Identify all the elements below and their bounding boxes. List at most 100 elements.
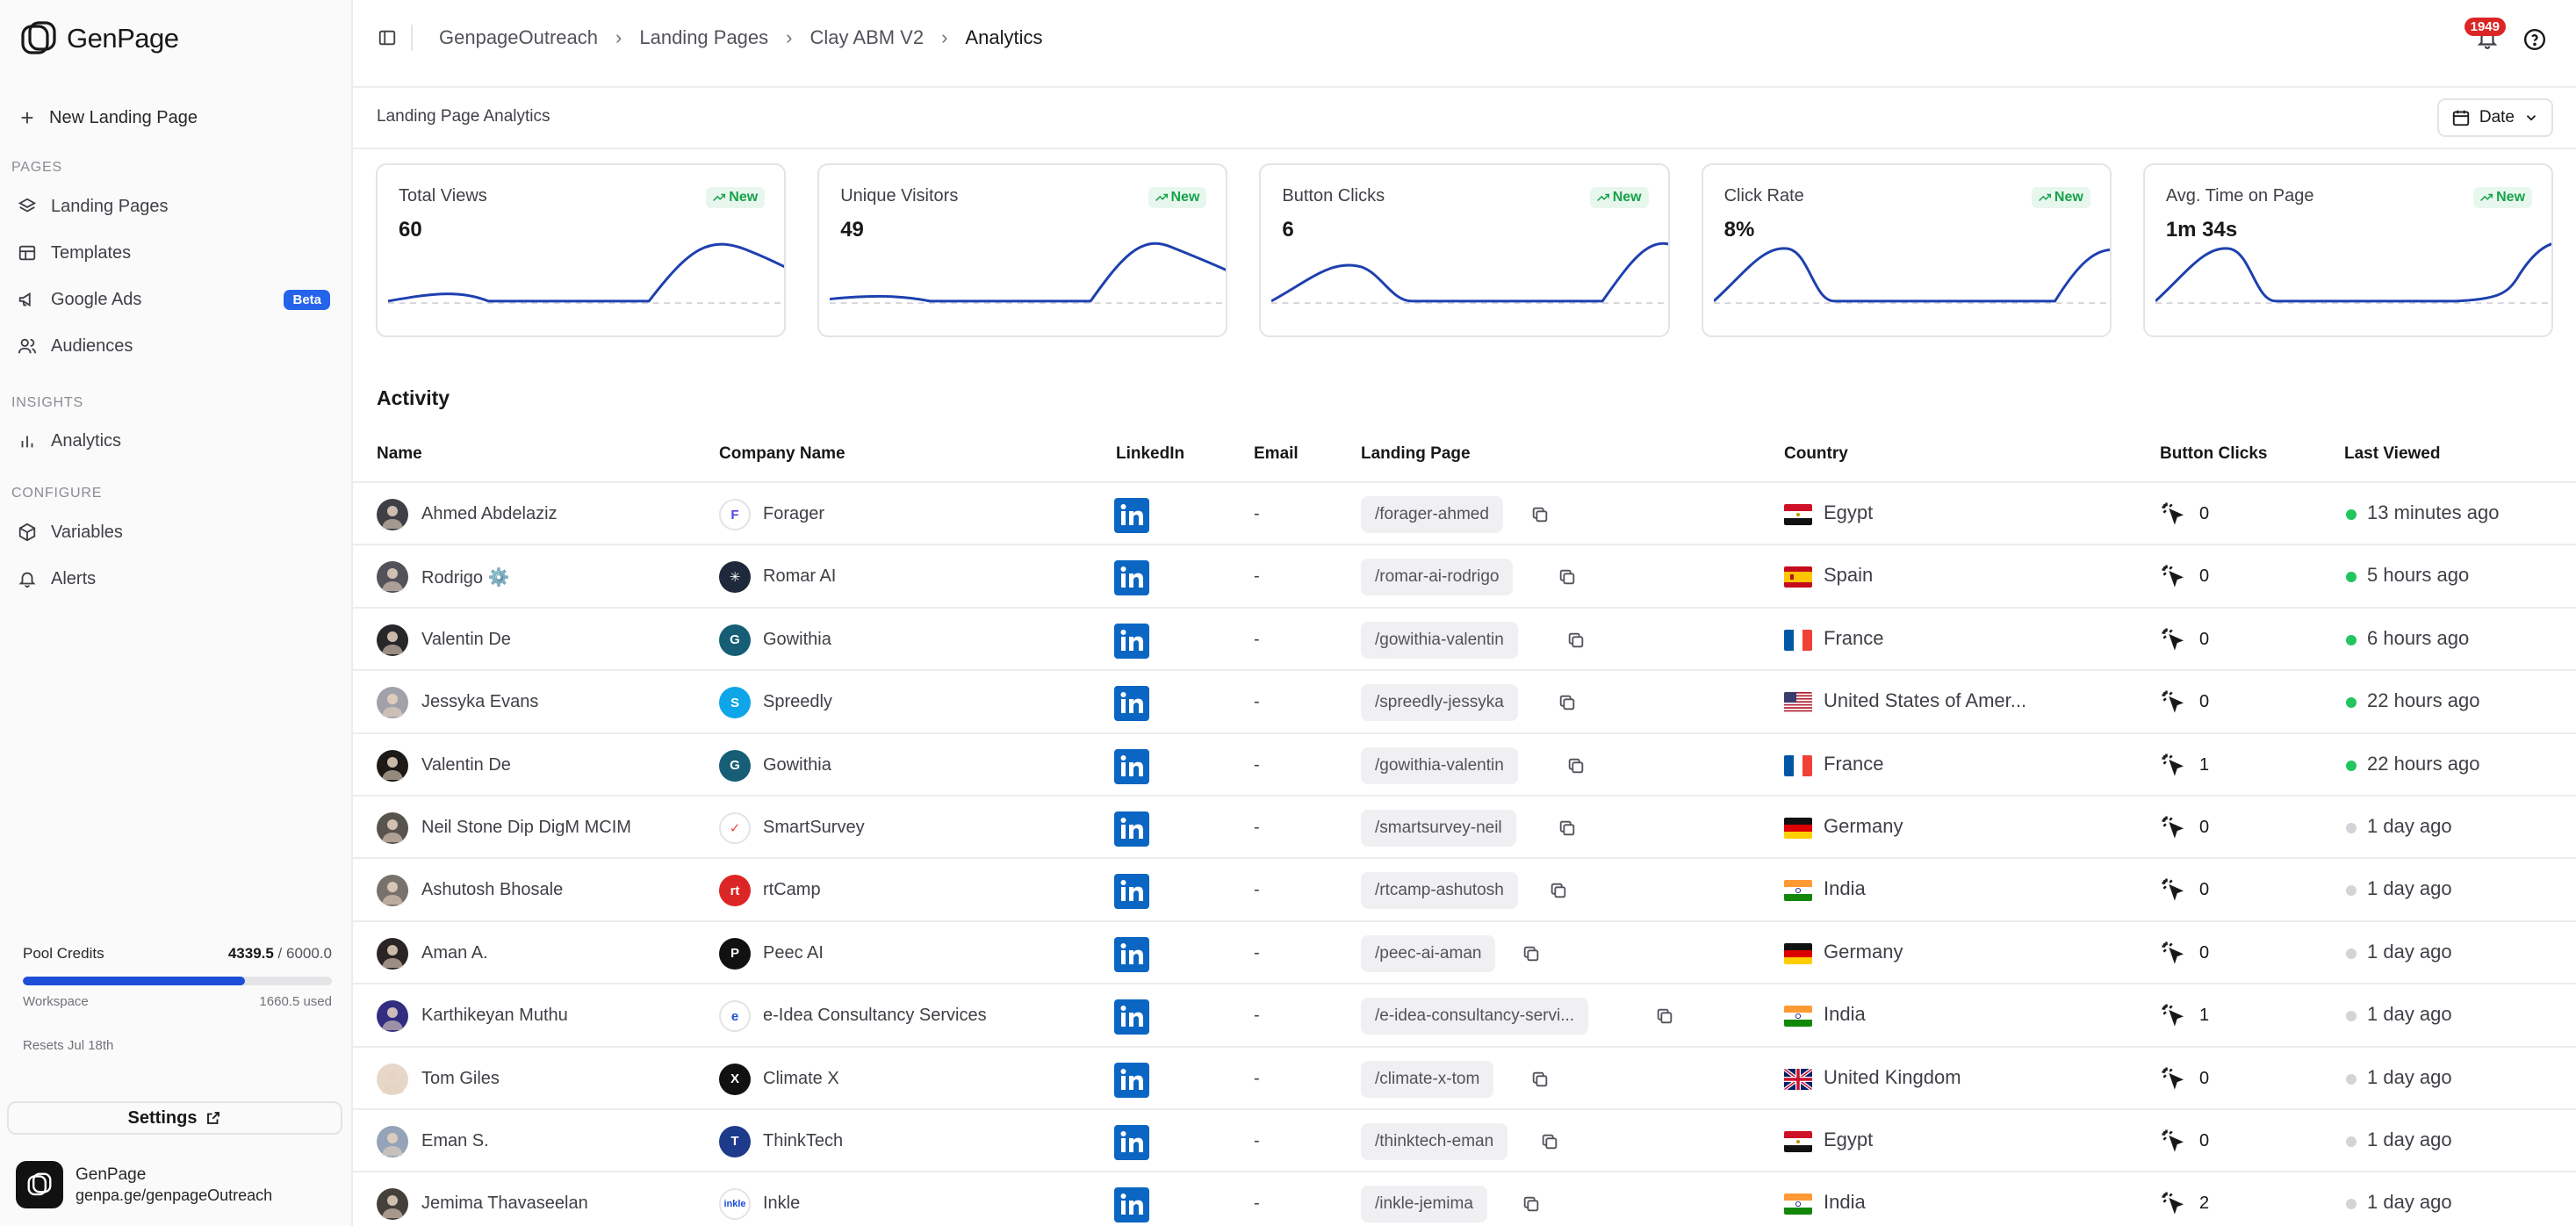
landing-page-link[interactable]: /smartsurvey-neil bbox=[1361, 809, 1516, 847]
copy-icon[interactable] bbox=[1558, 567, 1577, 587]
table-row[interactable]: Rodrigo ⚙️ ✳ Romar AI - /romar-ai-rodrig… bbox=[353, 545, 2576, 609]
landing-page-link[interactable]: /rtcamp-ashutosh bbox=[1361, 872, 1518, 910]
landing-page-link[interactable]: /gowithia-valentin bbox=[1361, 746, 1518, 784]
contact-name: Rodrigo ⚙️ bbox=[421, 568, 510, 588]
copy-icon[interactable] bbox=[1540, 1132, 1559, 1151]
table-row[interactable]: Ashutosh Bhosale rt rtCamp - /rtcamp-ash… bbox=[353, 859, 2576, 922]
country-flag-icon bbox=[1784, 504, 1812, 525]
contact-name: Jessyka Evans bbox=[421, 692, 539, 712]
copy-icon[interactable] bbox=[1530, 1070, 1550, 1089]
table-row[interactable]: Eman S. T ThinkTech - /thinktech-eman Eg… bbox=[353, 1110, 2576, 1173]
sidebar-item-analytics[interactable]: Analytics bbox=[18, 422, 341, 460]
table-row[interactable]: Aman A. P Peec AI - /peec-ai-aman German… bbox=[353, 922, 2576, 985]
settings-button[interactable]: Settings bbox=[7, 1101, 342, 1135]
help-icon[interactable] bbox=[2523, 28, 2546, 51]
landing-page-link[interactable]: /e-idea-consultancy-servi... bbox=[1361, 998, 1589, 1035]
button-clicks-count: 2 bbox=[2199, 1194, 2210, 1214]
app-logo[interactable]: GenPage bbox=[19, 19, 179, 58]
column-header-country[interactable]: Country bbox=[1784, 444, 1848, 464]
new-landing-page-button[interactable]: + New Landing Page bbox=[18, 102, 198, 133]
sparkline-line bbox=[388, 242, 785, 303]
linkedin-icon[interactable] bbox=[1114, 623, 1149, 659]
landing-page-link[interactable]: /peec-ai-aman bbox=[1361, 934, 1496, 972]
sidebar-item-audiences[interactable]: Audiences bbox=[18, 327, 341, 365]
copy-icon[interactable] bbox=[1558, 693, 1577, 712]
beta-badge: Beta bbox=[284, 289, 330, 310]
table-row[interactable]: Neil Stone Dip DigM MCIM ✓ SmartSurvey -… bbox=[353, 797, 2576, 860]
avatar bbox=[377, 561, 408, 594]
copy-icon[interactable] bbox=[1566, 756, 1586, 775]
column-header-company[interactable]: Company Name bbox=[719, 444, 845, 464]
sidebar-item-templates[interactable]: Templates bbox=[18, 234, 341, 272]
pointer-click-icon bbox=[2162, 565, 2184, 588]
sidebar-item-label: Analytics bbox=[51, 430, 122, 451]
landing-page-link[interactable]: /spreedly-jessyka bbox=[1361, 684, 1518, 722]
person-avatar-icon bbox=[382, 506, 403, 529]
copy-icon[interactable] bbox=[1530, 505, 1550, 524]
table-row[interactable]: Jessyka Evans S Spreedly - /spreedly-jes… bbox=[353, 671, 2576, 734]
table-row[interactable]: Valentin De G Gowithia - /gowithia-valen… bbox=[353, 609, 2576, 672]
pointer-click-icon bbox=[2162, 754, 2184, 776]
linkedin-icon[interactable] bbox=[1114, 874, 1149, 910]
table-row[interactable]: Karthikeyan Muthu e e-Idea Consultancy S… bbox=[353, 984, 2576, 1048]
landing-page-link[interactable]: /gowithia-valentin bbox=[1361, 621, 1518, 659]
linkedin-icon[interactable] bbox=[1114, 560, 1149, 596]
linkedin-icon[interactable] bbox=[1114, 811, 1149, 847]
table-row[interactable]: Ahmed Abdelaziz F Forager - /forager-ahm… bbox=[353, 483, 2576, 546]
linkedin-icon[interactable] bbox=[1114, 748, 1149, 784]
column-header-last-viewed[interactable]: Last Viewed bbox=[2344, 444, 2440, 464]
landing-page-link[interactable]: /thinktech-eman bbox=[1361, 1122, 1508, 1160]
recency-status-dot bbox=[2346, 822, 2357, 833]
linkedin-icon[interactable] bbox=[1114, 999, 1149, 1035]
linkedin-icon[interactable] bbox=[1114, 498, 1149, 533]
sidebar-item-landing-pages[interactable]: Landing Pages bbox=[18, 187, 341, 226]
contact-name: Karthikeyan Muthu bbox=[421, 1006, 568, 1026]
breadcrumb-item[interactable]: Clay ABM V2 bbox=[809, 26, 924, 49]
sidebar-toggle-icon[interactable] bbox=[378, 28, 397, 47]
breadcrumb-item[interactable]: GenpageOutreach bbox=[439, 26, 598, 49]
sidebar-item-google-ads[interactable]: Google Ads Beta bbox=[18, 280, 341, 319]
button-clicks-count: 0 bbox=[2199, 566, 2210, 587]
breadcrumb-item[interactable]: Landing Pages bbox=[639, 26, 768, 49]
linkedin-icon[interactable] bbox=[1114, 1124, 1149, 1160]
column-header-linkedin[interactable]: LinkedIn bbox=[1116, 444, 1184, 464]
copy-icon[interactable] bbox=[1558, 819, 1577, 838]
button-clicks-count: 1 bbox=[2199, 754, 2210, 775]
date-filter-label: Date bbox=[2479, 108, 2515, 126]
linkedin-icon[interactable] bbox=[1114, 1062, 1149, 1098]
table-row[interactable]: Jemima Thavaseelan inkle Inkle - /inkle-… bbox=[353, 1172, 2576, 1226]
sidebar-item-alerts[interactable]: Alerts bbox=[18, 559, 341, 598]
trending-up-icon bbox=[2038, 193, 2051, 202]
landing-page-link[interactable]: /inkle-jemima bbox=[1361, 1186, 1487, 1223]
copy-icon[interactable] bbox=[1522, 1194, 1541, 1214]
column-header-name[interactable]: Name bbox=[377, 444, 422, 464]
linkedin-icon[interactable] bbox=[1114, 686, 1149, 722]
contact-email: - bbox=[1254, 504, 1260, 523]
copy-icon[interactable] bbox=[1522, 944, 1541, 963]
column-header-landing-page[interactable]: Landing Page bbox=[1361, 444, 1471, 464]
landing-page-link[interactable]: /climate-x-tom bbox=[1361, 1060, 1494, 1098]
table-row[interactable]: Tom Giles X Climate X - /climate-x-tom U… bbox=[353, 1048, 2576, 1110]
landing-page-link[interactable]: /romar-ai-rodrigo bbox=[1361, 559, 1514, 596]
recency-status-dot bbox=[2346, 885, 2357, 897]
table-row[interactable]: Valentin De G Gowithia - /gowithia-valen… bbox=[353, 734, 2576, 797]
workspace-switcher[interactable]: GenPage genpa.ge/genpageOutreach bbox=[16, 1161, 272, 1208]
copy-icon[interactable] bbox=[1549, 881, 1568, 900]
avatar bbox=[377, 624, 408, 656]
sidebar-item-variables[interactable]: Variables bbox=[18, 513, 341, 552]
country-flag-icon bbox=[1784, 629, 1812, 651]
column-header-email[interactable]: Email bbox=[1254, 444, 1299, 464]
avatar bbox=[377, 749, 408, 782]
linkedin-icon[interactable] bbox=[1114, 1187, 1149, 1223]
sparkline-line bbox=[1713, 247, 2110, 303]
landing-page-link[interactable]: /forager-ahmed bbox=[1361, 496, 1503, 533]
person-avatar-icon bbox=[382, 1070, 403, 1093]
copy-icon[interactable] bbox=[1655, 1006, 1674, 1026]
recency-status-dot bbox=[2346, 1011, 2357, 1022]
column-header-button-clicks[interactable]: Button Clicks bbox=[2160, 444, 2267, 464]
sidebar-item-label: Templates bbox=[51, 242, 132, 263]
copy-icon[interactable] bbox=[1566, 631, 1586, 650]
linkedin-icon[interactable] bbox=[1114, 936, 1149, 972]
date-filter-button[interactable]: Date bbox=[2436, 98, 2553, 137]
company-logo-icon: inkle bbox=[719, 1188, 751, 1221]
